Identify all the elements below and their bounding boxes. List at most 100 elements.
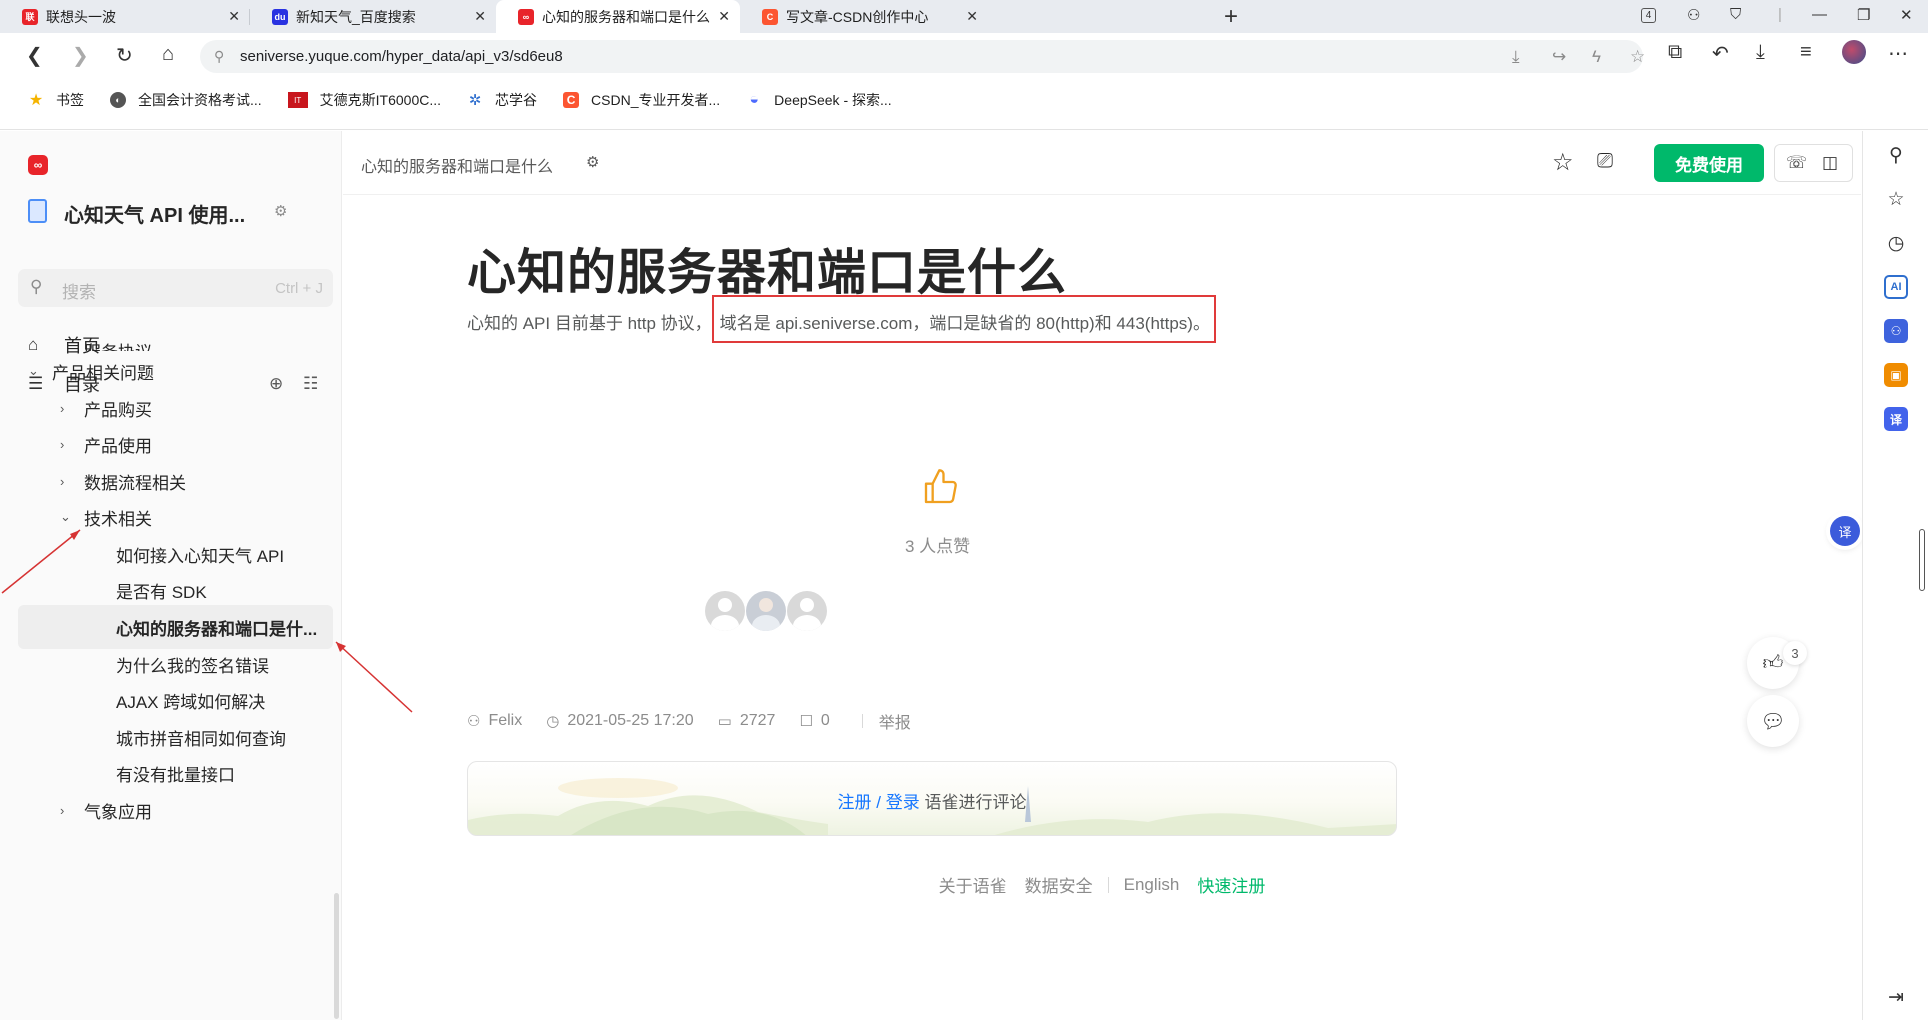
bookmark-label: CSDN_专业开发者... xyxy=(591,92,721,108)
lightning-icon[interactable]: ϟ xyxy=(1592,47,1601,67)
search-icon[interactable]: ⚲ xyxy=(1884,143,1908,167)
tab-lenovo[interactable]: 联 联想头一波 ✕ xyxy=(0,0,250,33)
home-icon[interactable]: ⌂ xyxy=(162,43,174,66)
favorites-icon[interactable]: ☆ xyxy=(1884,187,1908,211)
annotation-highlight-box xyxy=(712,295,1216,343)
tab-baidu[interactable]: du 新知天气_百度搜索 ✕ xyxy=(250,0,496,33)
close-icon[interactable]: ✕ xyxy=(718,8,730,25)
profile-avatar-icon[interactable] xyxy=(1842,40,1866,64)
tab-yuque-active[interactable]: ∞ 心知的服务器和端口是什么 ✕ xyxy=(496,0,740,33)
favorite-star-icon[interactable]: ☆ xyxy=(1630,47,1645,67)
comment-login-box[interactable]: 注册 / 登录 语雀进行评论 xyxy=(467,761,1397,836)
chevron-right-icon[interactable]: › xyxy=(60,474,84,489)
footer-english-link[interactable]: English xyxy=(1124,875,1180,895)
paragraph-prefix: 心知的 API 目前基于 http 协议， xyxy=(467,314,712,333)
tab-count-icon[interactable]: 4 xyxy=(1641,8,1656,23)
extensions-puzzle-icon[interactable]: ⧉ xyxy=(1668,41,1682,64)
comment-icon[interactable]: ☏ xyxy=(1786,153,1807,173)
reload-icon[interactable]: ↻ xyxy=(116,43,133,68)
url-text[interactable]: seniverse.yuque.com/hyper_data/api_v3/sd… xyxy=(240,48,563,65)
history-icon[interactable]: ◷ xyxy=(1884,231,1908,255)
undo-menu-icon[interactable]: ↶ xyxy=(1712,41,1729,66)
breadcrumb[interactable]: 心知的服务器和端口是什么 xyxy=(361,153,553,177)
yuque-logo-icon[interactable]: ∞ xyxy=(28,155,48,175)
toc-item-label: 产品相关问题 xyxy=(52,363,154,383)
footer-security-link[interactable]: 数据安全 xyxy=(1025,872,1093,897)
page-title: 心知的服务器和端口是什么 xyxy=(467,246,1068,300)
toc-collapse-icon[interactable]: ☷ xyxy=(303,374,318,394)
csdn-icon: C xyxy=(762,8,778,25)
ai-icon[interactable]: AI xyxy=(1884,275,1908,299)
forward-icon[interactable]: ❯ xyxy=(72,43,89,68)
bookmark-label: 艾德克斯IT6000C... xyxy=(319,92,442,108)
bookmark-item[interactable]: ★ 书签 xyxy=(28,90,84,110)
footer-register-link[interactable]: 快速注册 xyxy=(1197,872,1265,897)
install-app-icon[interactable]: ⤓ xyxy=(1512,47,1520,67)
register-link[interactable]: 注册 xyxy=(838,793,872,812)
more-menu-icon[interactable]: ⋯ xyxy=(1888,41,1908,66)
new-tab-icon[interactable]: + xyxy=(1224,3,1238,31)
toc-item-label: 城市拼音相同如何查询 xyxy=(116,729,286,749)
comment-prompt: 注册 / 登录 语雀进行评论 xyxy=(468,788,1396,813)
toc-item[interactable]: › 气象应用 xyxy=(60,788,152,832)
translate-float-icon[interactable]: 译 xyxy=(1830,516,1860,546)
comment-count-icon: ☐ xyxy=(799,713,813,730)
chevron-down-icon[interactable]: ⌄ xyxy=(28,363,52,379)
collapse-rail-icon[interactable]: ⇥ xyxy=(1884,985,1908,1009)
share-icon[interactable]: ↪ xyxy=(1552,47,1566,67)
extensions-icon[interactable]: ⛉ xyxy=(1730,6,1741,23)
toc-item-label: 气象应用 xyxy=(84,802,152,822)
bookmark-item[interactable]: IT 艾德克斯IT6000C... xyxy=(287,90,442,110)
side-panel-icon[interactable]: ◫ xyxy=(1822,153,1838,173)
toc-item[interactable]: 服务协议 xyxy=(60,331,152,352)
avatar[interactable] xyxy=(746,591,786,631)
back-icon[interactable]: ❮ xyxy=(26,43,43,68)
search-input[interactable]: ⚲ 搜索 Ctrl + J xyxy=(18,269,333,307)
search-shortcut: Ctrl + J xyxy=(275,280,323,297)
bookmark-item[interactable]: C CSDN_专业开发者... xyxy=(563,90,720,110)
author-name[interactable]: Felix xyxy=(488,712,522,730)
avatar[interactable] xyxy=(705,591,745,631)
locate-icon[interactable]: ⊕ xyxy=(269,374,283,394)
star-icon[interactable]: ☆ xyxy=(1552,148,1574,177)
toolbox-icon[interactable]: ▣ xyxy=(1884,363,1908,387)
avatar[interactable] xyxy=(787,591,827,631)
book-settings-icon[interactable]: ⚙ xyxy=(274,202,287,220)
close-icon[interactable]: ✕ xyxy=(474,8,486,25)
book-title[interactable]: 心知天气 API 使用... xyxy=(64,199,245,228)
thumbs-up-icon[interactable] xyxy=(921,467,961,517)
bookmark-item[interactable]: ◐ 全国会计资格考试... xyxy=(110,90,262,110)
address-bar[interactable]: ⚲ seniverse.yuque.com/hyper_data/api_v3/… xyxy=(200,40,1645,73)
baidu-icon: du xyxy=(272,8,288,25)
close-icon[interactable]: ✕ xyxy=(228,8,240,25)
chevron-right-icon[interactable]: › xyxy=(60,437,84,452)
comment-float-button[interactable]: 💬︎ xyxy=(1747,695,1799,747)
tab-title: 新知天气_百度搜索 xyxy=(296,8,416,25)
site-info-icon[interactable]: ⚲ xyxy=(214,48,224,65)
book-settings-icon[interactable]: ⚙ xyxy=(586,153,599,171)
chevron-right-icon[interactable]: › xyxy=(60,803,84,818)
bookmark-item[interactable]: ✲ 芯学谷 xyxy=(467,90,537,110)
tab-csdn[interactable]: C 写文章-CSDN创作中心 ✕ xyxy=(740,0,988,33)
minimize-icon[interactable]: — xyxy=(1812,6,1827,23)
download-icon[interactable]: ⤓ xyxy=(1756,41,1765,64)
present-icon[interactable]: ⎚ xyxy=(1597,150,1613,173)
footer-divider xyxy=(1107,876,1109,893)
chevron-right-icon[interactable]: › xyxy=(60,401,84,416)
rail-scrollbar[interactable] xyxy=(1919,529,1925,591)
doc-meta: ⚇ Felix ◷ 2021-05-25 17:20 ▭ 2727 ☐ 0 举报 xyxy=(467,709,911,733)
game-controller-icon[interactable]: ⚇ xyxy=(1687,6,1700,24)
sidebar-scrollbar[interactable] xyxy=(334,893,339,1019)
game-icon[interactable]: ⚇ xyxy=(1884,319,1908,343)
bookmark-label: DeepSeek - 探索... xyxy=(774,92,892,108)
reading-list-icon[interactable]: ≡ xyxy=(1800,41,1812,64)
bookmark-item[interactable]: ◒ DeepSeek - 探索... xyxy=(746,90,892,110)
login-link[interactable]: 登录 xyxy=(886,793,920,812)
free-use-button[interactable]: 免费使用 xyxy=(1654,144,1764,182)
report-link[interactable]: 举报 xyxy=(879,709,911,733)
footer-about-link[interactable]: 关于语雀 xyxy=(939,872,1007,897)
close-icon[interactable]: ✕ xyxy=(966,8,978,25)
restore-icon[interactable]: ❐ xyxy=(1857,6,1870,24)
translate-icon[interactable]: 译 xyxy=(1884,407,1908,431)
window-close-icon[interactable]: ✕ xyxy=(1900,6,1913,24)
